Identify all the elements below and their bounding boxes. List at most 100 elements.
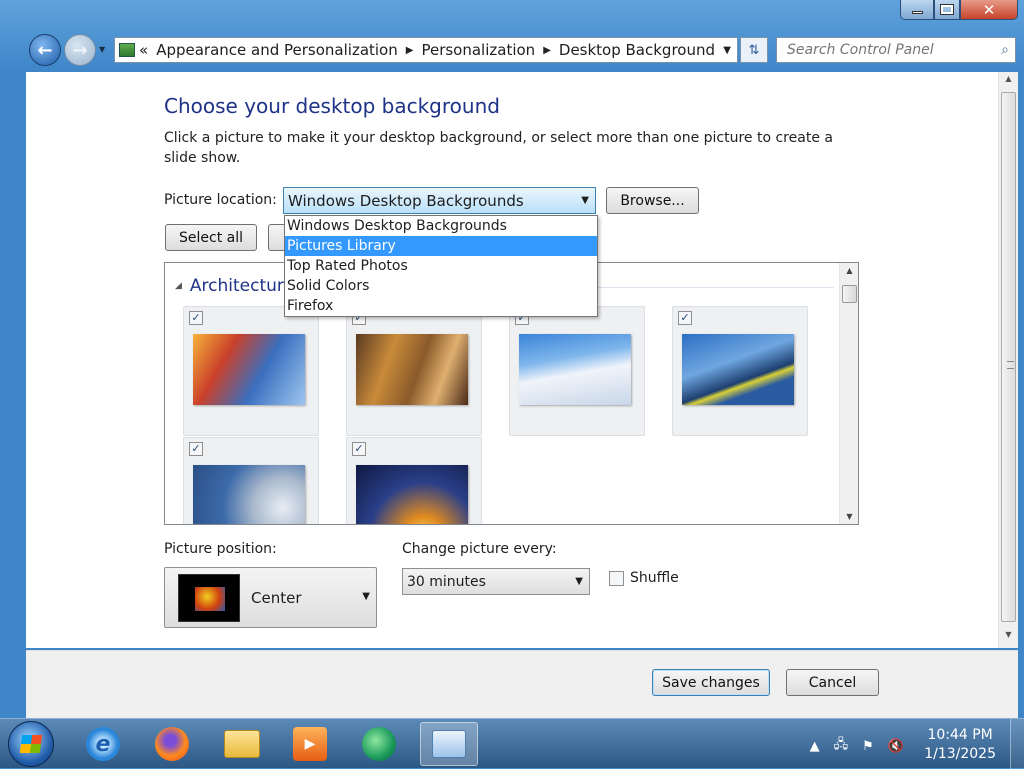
dropdown-arrow-icon: ▼ (362, 591, 370, 602)
breadcrumb-desktop-background[interactable]: Desktop Background (559, 41, 715, 59)
tile-checkbox[interactable]: ✓ (189, 311, 203, 325)
group-header[interactable]: ◢ Architecture (175, 276, 294, 296)
tile-checkbox[interactable]: ✓ (352, 442, 366, 456)
scroll-up-icon[interactable]: ▲ (840, 266, 858, 275)
recent-pages-dropdown[interactable]: ▼ (99, 45, 105, 54)
firefox-icon (155, 727, 189, 761)
media-player-icon: ▶ (293, 727, 327, 761)
maximize-button[interactable] (934, 0, 960, 20)
breadcrumb-appearance[interactable]: Appearance and Personalization (156, 41, 398, 59)
page-description: Click a picture to make it your desktop … (164, 130, 833, 166)
gallery-scroll-thumb[interactable] (842, 285, 857, 303)
minimize-button[interactable] (900, 0, 934, 20)
save-changes-button[interactable]: Save changes (652, 669, 770, 696)
tile-checkbox[interactable]: ✓ (678, 311, 692, 325)
wallpaper-tile[interactable]: ✓ (672, 306, 808, 436)
show-hidden-icons-icon[interactable]: ▲ (810, 739, 820, 754)
wallpaper-thumbnail (356, 465, 468, 524)
dropdown-option[interactable]: Top Rated Photos (285, 256, 597, 276)
breadcrumb-personalization[interactable]: Personalization (421, 41, 535, 59)
wallpaper-thumbnail (356, 334, 468, 405)
scroll-down-icon[interactable]: ▼ (840, 512, 858, 521)
clock-date: 1/13/2025 (924, 746, 996, 762)
taskbar: e ▶ ▲ 🖧 ⚑ 🔇 10:44 PM 1/13/2025 (0, 718, 1024, 769)
clock[interactable]: 10:44 PM 1/13/2025 (924, 726, 996, 764)
picture-location-value: Windows Desktop Backgrounds (288, 191, 524, 210)
clock-time: 10:44 PM (927, 727, 993, 743)
cancel-button[interactable]: Cancel (786, 669, 879, 696)
scroll-up-icon[interactable]: ▲ (999, 74, 1018, 90)
dropdown-arrow-icon: ▼ (581, 195, 589, 206)
forward-arrow-icon: → (72, 39, 88, 61)
picture-location-label: Picture location: (164, 192, 277, 208)
network-icon[interactable]: 🖧 (834, 735, 849, 757)
forward-button[interactable]: → (64, 34, 96, 66)
shuffle-option[interactable]: Shuffle (609, 570, 679, 586)
start-button[interactable] (8, 721, 54, 767)
picture-location-select[interactable]: Windows Desktop Backgrounds ▼ (283, 187, 596, 214)
picture-position-label: Picture position: (164, 541, 277, 557)
tile-checkbox[interactable]: ✓ (189, 442, 203, 456)
search-box[interactable]: ⌕ (776, 37, 1016, 63)
taskbar-ie[interactable]: e (74, 722, 132, 766)
window-controls: ✕ (900, 0, 1018, 20)
dropdown-option[interactable]: Solid Colors (285, 276, 597, 296)
picture-position-select[interactable]: Center ▼ (164, 567, 377, 628)
volume-muted-icon[interactable]: 🔇 (888, 739, 904, 754)
browse-button[interactable]: Browse... (606, 187, 699, 214)
internet-explorer-icon: e (86, 727, 120, 761)
select-all-button[interactable]: Select all (165, 224, 257, 251)
wallpaper-thumbnail (519, 334, 631, 405)
minimize-icon (911, 11, 923, 14)
wallpaper-thumbnail (682, 334, 794, 405)
change-picture-label: Change picture every: (402, 541, 557, 557)
position-preview (178, 574, 240, 622)
taskbar-explorer[interactable] (213, 722, 271, 766)
back-button[interactable]: ← (29, 34, 61, 66)
action-center-flag-icon[interactable]: ⚑ (862, 739, 874, 754)
refresh-button[interactable]: ⇅ (740, 37, 768, 63)
maximize-icon (940, 4, 954, 15)
gallery-scrollbar[interactable]: ▲ ▼ (839, 263, 858, 524)
picture-position-value: Center (251, 589, 302, 607)
taskbar-firefox[interactable] (143, 722, 201, 766)
search-icon[interactable]: ⌕ (1001, 42, 1009, 58)
address-bar[interactable]: « Appearance and Personalization ▶ Perso… (114, 37, 738, 63)
dropdown-option[interactable]: Windows Desktop Backgrounds (285, 216, 597, 236)
system-tray: ▲ 🖧 ⚑ 🔇 (810, 735, 904, 757)
breadcrumb-overflow[interactable]: « (139, 41, 148, 59)
wallpaper-tile[interactable]: ✓ (509, 306, 645, 436)
shuffle-label: Shuffle (630, 570, 679, 586)
wallpaper-tile[interactable]: ✓ (183, 437, 319, 524)
change-picture-value: 30 minutes (407, 573, 486, 590)
dropdown-option-highlighted[interactable]: Pictures Library (285, 236, 597, 256)
scroll-thumb[interactable] (1001, 92, 1016, 622)
dropdown-option[interactable]: Firefox (285, 296, 597, 316)
wallpaper-tile[interactable]: ✓ (183, 306, 319, 436)
page-title: Choose your desktop background (164, 94, 500, 118)
page-scrollbar[interactable]: ▲ ▼ (998, 72, 1018, 648)
taskbar-media-player[interactable]: ▶ (281, 722, 339, 766)
wallpaper-thumbnail (193, 465, 305, 524)
wallpaper-thumbnail (193, 334, 305, 405)
wallpaper-tile[interactable]: ✓ (346, 437, 482, 524)
breadcrumb-arrow-icon[interactable]: ▶ (543, 45, 551, 56)
show-desktop-button[interactable] (1010, 719, 1024, 769)
close-button[interactable]: ✕ (960, 0, 1018, 20)
wallpaper-tile[interactable]: ✓ (346, 306, 482, 436)
back-arrow-icon: ← (37, 39, 53, 61)
collapse-triangle-icon[interactable]: ◢ (175, 281, 182, 291)
breadcrumb-arrow-icon[interactable]: ▶ (406, 45, 414, 56)
group-title: Architecture (189, 276, 294, 296)
shuffle-checkbox[interactable] (609, 570, 624, 586)
address-dropdown-icon[interactable]: ▼ (723, 45, 731, 56)
navigation-bar: ← → ▼ « Appearance and Personalization ▶… (0, 33, 1024, 67)
search-input[interactable] (785, 41, 985, 59)
change-picture-select[interactable]: 30 minutes ▼ (402, 568, 590, 595)
control-panel-icon (119, 43, 135, 57)
taskbar-control-panel[interactable] (420, 722, 478, 766)
control-panel-icon (432, 730, 466, 758)
scroll-down-icon[interactable]: ▼ (999, 630, 1018, 646)
grip-icon (1007, 361, 1014, 369)
taskbar-chat[interactable] (350, 722, 408, 766)
